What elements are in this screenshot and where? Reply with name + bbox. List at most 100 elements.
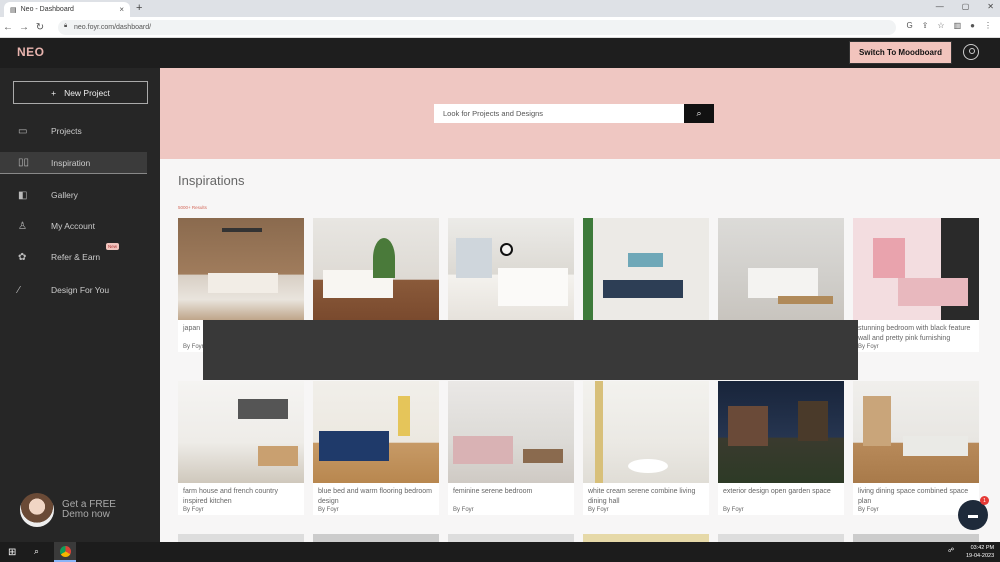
clock-date: 19-04-2023	[966, 553, 995, 559]
chat-notification-badge: 1	[980, 496, 989, 505]
close-window-icon[interactable]: ✕	[987, 2, 994, 11]
sidebar-item-gallery[interactable]: ◧ Gallery	[0, 184, 160, 206]
sidebar-item-label: Gallery	[51, 190, 78, 200]
extensions-area: G ⇪ ☆ ▥ ● ⋮	[906, 21, 992, 30]
card-caption: feminine serene bedroom	[453, 488, 533, 495]
design-thumbnail	[853, 381, 979, 483]
mouse-cursor	[500, 243, 513, 256]
windows-start-icon[interactable]: ⊞	[8, 547, 16, 558]
tab-close-icon[interactable]: ×	[119, 5, 124, 14]
plus-icon: +	[51, 87, 57, 98]
inspiration-card[interactable]: feminine serene bedroom By Foyr	[448, 381, 574, 515]
inspiration-card[interactable]: blue bed and warm flooring bedroom desig…	[313, 381, 439, 515]
tab-title: Neo - Dashboard	[20, 6, 74, 13]
sidebar-item-inspiration[interactable]: ▯▯ Inspiration	[0, 152, 147, 174]
demo-avatar	[20, 493, 54, 527]
results-count: 5000+ Results	[178, 205, 207, 210]
chat-icon: ▬	[968, 509, 978, 521]
switch-to-moodboard-button[interactable]: Switch To Moodboard	[849, 41, 952, 64]
book-icon: ▯▯	[18, 157, 30, 168]
bookmark-star-icon[interactable]: ☆	[937, 21, 944, 30]
folder-icon: ▭	[18, 125, 28, 137]
sidebar-item-label: Inspiration	[51, 157, 91, 168]
card-caption: stunning bedroom with black feature wall…	[858, 325, 971, 342]
forward-icon[interactable]: →	[16, 22, 32, 33]
inspiration-card[interactable]	[448, 534, 574, 542]
search-button[interactable]: ⌕	[684, 104, 714, 123]
google-icon[interactable]: G	[906, 21, 912, 30]
user-account-icon[interactable]	[963, 44, 979, 60]
search-icon: ⌕	[696, 108, 702, 118]
card-caption: white cream serene combine living dining…	[588, 488, 696, 505]
inspiration-card[interactable]: living dining space combined space plan …	[853, 381, 979, 515]
design-thumbnail	[583, 218, 709, 320]
taskbar-search-icon[interactable]: ⌕	[34, 546, 39, 557]
window-controls: — ▢ ✕	[936, 2, 994, 11]
inspiration-card[interactable]: farm house and french country inspired k…	[178, 381, 304, 515]
inspiration-card[interactable]	[178, 534, 304, 542]
inspiration-card[interactable]	[718, 534, 844, 542]
inspiration-card[interactable]	[583, 534, 709, 542]
taskbar-clock[interactable]: 03:42 PM 19-04-2023	[966, 544, 994, 560]
page-icon: ▤	[10, 6, 17, 14]
design-thumbnail	[178, 381, 304, 483]
design-thumbnail	[448, 381, 574, 483]
new-project-button[interactable]: + New Project	[13, 81, 148, 104]
card-author: By Foyr	[318, 507, 339, 513]
design-thumbnail	[718, 381, 844, 483]
free-demo-text: Get a FREE Demo now	[62, 499, 116, 520]
gift-icon: ✿	[18, 251, 27, 263]
main-content: Look for Projects and Designs ⌕ Inspirat…	[160, 68, 1000, 542]
inspiration-card[interactable]: stunning bedroom with black feature wall…	[853, 218, 979, 352]
sidebar-item-label: Projects	[51, 126, 82, 136]
menu-dots-icon[interactable]: ⋮	[984, 21, 992, 30]
inspiration-card[interactable]	[313, 534, 439, 542]
loading-overlay	[203, 320, 858, 380]
sidebar-item-label: Refer & Earn	[51, 252, 101, 262]
sidebar-item-projects[interactable]: ▭ Projects	[0, 120, 160, 142]
browser-tab[interactable]: ▤ Neo - Dashboard ×	[4, 2, 130, 17]
search-input[interactable]: Look for Projects and Designs	[434, 104, 685, 123]
url-text: neo.foyr.com/dashboard/	[74, 24, 152, 31]
address-bar[interactable]: 🔒︎ neo.foyr.com/dashboard/	[58, 20, 896, 35]
windows-taskbar: ⊞ ⌕ ☍ 03:42 PM 19-04-2023	[0, 542, 1000, 562]
clock-time: 03:42 PM	[970, 545, 995, 551]
sidebar-item-label: Design For You	[51, 285, 110, 295]
card-caption: farm house and french country inspired k…	[183, 488, 278, 505]
new-tab-button[interactable]: +	[136, 2, 142, 14]
sidebar-item-my-account[interactable]: ♙ My Account	[0, 215, 160, 237]
profile-icon[interactable]: ●	[970, 21, 975, 30]
sidebar-item-label: My Account	[51, 221, 95, 231]
neo-logo[interactable]: NEO	[17, 45, 45, 59]
card-caption: exterior design open garden space	[723, 488, 831, 495]
minimize-icon[interactable]: —	[936, 2, 944, 11]
new-badge: New	[106, 243, 120, 250]
browser-toolbar: ← → ↻ 🔒︎ neo.foyr.com/dashboard/ G ⇪ ☆ ▥…	[0, 17, 1000, 38]
card-author: By Foyr	[453, 507, 474, 513]
share-icon[interactable]: ⇪	[922, 21, 929, 30]
inspiration-card[interactable]	[853, 534, 979, 542]
chrome-taskbar-icon[interactable]	[54, 542, 76, 562]
design-thumbnail	[313, 218, 439, 320]
back-icon[interactable]: ←	[0, 22, 16, 33]
magic-wand-icon: ⁄	[18, 284, 20, 296]
sidebar-item-design-for-you[interactable]: ⁄ Design For You	[0, 279, 160, 301]
sidepanel-icon[interactable]: ▥	[954, 21, 962, 30]
new-project-label: New Project	[64, 87, 110, 98]
inspiration-card[interactable]: exterior design open garden space By Foy…	[718, 381, 844, 515]
reload-icon[interactable]: ↻	[32, 22, 48, 33]
page-title: Inspirations	[178, 173, 245, 188]
sidebar: + New Project ▭ Projects ▯▯ Inspiration …	[0, 68, 160, 542]
maximize-icon[interactable]: ▢	[962, 2, 970, 11]
free-demo-banner[interactable]: Get a FREE Demo now	[20, 493, 132, 527]
user-icon: ♙	[18, 220, 27, 232]
design-thumbnail	[178, 218, 304, 320]
network-icon[interactable]: ☍	[948, 547, 954, 554]
browser-tab-strip: ▤ Neo - Dashboard × + — ▢ ✕	[0, 0, 1000, 17]
sidebar-item-refer-earn[interactable]: ✿ Refer & Earn New	[0, 243, 160, 268]
card-author: By Foyr	[183, 507, 204, 513]
search-placeholder: Look for Projects and Designs	[443, 109, 544, 118]
card-author: By Foyr	[588, 507, 609, 513]
design-thumbnail	[313, 381, 439, 483]
inspiration-card[interactable]: white cream serene combine living dining…	[583, 381, 709, 515]
